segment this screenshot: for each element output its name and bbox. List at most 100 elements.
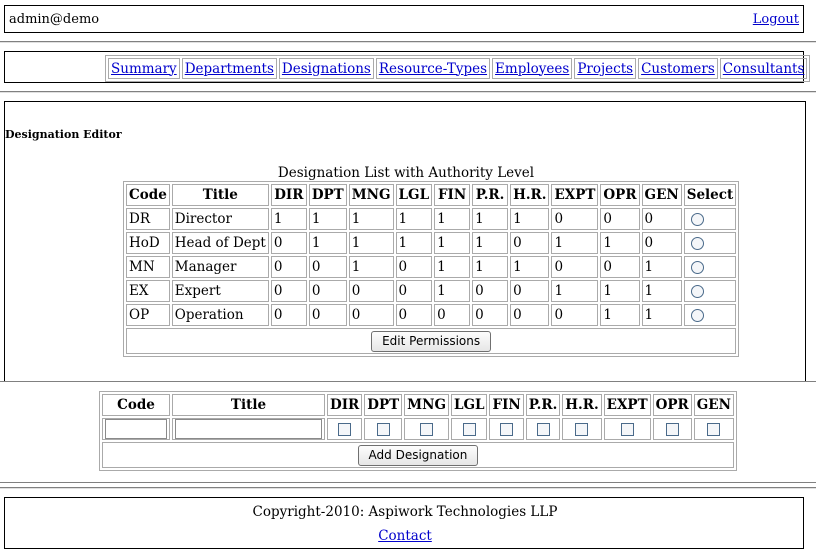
nav-customers[interactable]: Customers xyxy=(641,61,715,77)
dpt-checkbox[interactable] xyxy=(376,423,390,436)
authority-cell: 0 xyxy=(472,304,509,326)
col-header: EXPT xyxy=(603,394,651,416)
gen-checkbox[interactable] xyxy=(707,423,721,436)
code-input[interactable] xyxy=(105,419,167,439)
dir-checkbox[interactable] xyxy=(338,423,352,436)
logout-link[interactable]: Logout xyxy=(753,12,799,27)
select-radio[interactable] xyxy=(690,213,704,226)
mng-checkbox[interactable] xyxy=(420,423,434,436)
authority-cell: 0 xyxy=(510,280,550,302)
pr-checkbox[interactable] xyxy=(536,423,550,436)
code-cell: EX xyxy=(126,280,170,302)
table-row: MN Manager 0 0 1 0 1 1 1 0 0 1 xyxy=(126,256,737,278)
authority-cell: 0 xyxy=(551,208,599,230)
authority-cell: 0 xyxy=(308,256,347,278)
authority-cell: 0 xyxy=(600,208,640,230)
hr-checkbox[interactable] xyxy=(575,423,589,436)
designation-list-table: Code Title DIR DPT MNG LGL FIN P.R. H.R.… xyxy=(123,181,740,357)
authority-cell: 0 xyxy=(641,232,682,254)
code-cell: MN xyxy=(126,256,170,278)
authority-cell: 1 xyxy=(551,280,599,302)
title-cell: Head of Dept xyxy=(171,232,269,254)
title-input[interactable] xyxy=(175,419,322,439)
authority-cell: 1 xyxy=(600,232,640,254)
col-header: P.R. xyxy=(525,394,561,416)
table-row: DR Director 1 1 1 1 1 1 1 0 0 0 xyxy=(126,208,737,230)
copyright-text: Copyright-2010: Aspiwork Technologies LL… xyxy=(252,504,558,520)
table-row: OP Operation 0 0 0 0 0 0 0 0 1 1 xyxy=(126,304,737,326)
authority-cell: 0 xyxy=(395,256,433,278)
authority-cell: 0 xyxy=(270,304,307,326)
col-header: Code xyxy=(126,184,170,206)
authority-cell: 1 xyxy=(434,208,471,230)
authority-cell: 1 xyxy=(395,208,433,230)
authority-cell: 0 xyxy=(395,304,433,326)
editor-title: Designation Editor xyxy=(5,128,122,141)
divider xyxy=(0,487,816,489)
nav-summary[interactable]: Summary xyxy=(111,61,177,77)
header-bar: admin@demo Logout xyxy=(4,5,804,33)
divider xyxy=(0,91,816,93)
divider xyxy=(0,41,816,43)
authority-cell: 0 xyxy=(348,280,394,302)
add-designation-table: Code Title DIR DPT MNG LGL FIN P.R. H.R.… xyxy=(99,391,737,471)
authority-cell: 1 xyxy=(472,256,509,278)
col-header: LGL xyxy=(395,184,433,206)
authority-cell: 0 xyxy=(395,280,433,302)
authority-cell: 1 xyxy=(270,208,307,230)
authority-cell: 1 xyxy=(395,232,433,254)
select-radio[interactable] xyxy=(690,285,704,298)
table-row: EX Expert 0 0 0 0 1 0 0 1 1 1 xyxy=(126,280,737,302)
designation-editor-panel: Designation Editor Designation List with… xyxy=(4,101,806,381)
authority-cell: 0 xyxy=(472,280,509,302)
authority-cell: 0 xyxy=(641,208,682,230)
nav-consultants[interactable]: Consultants xyxy=(723,61,805,77)
footer: Copyright-2010: Aspiwork Technologies LL… xyxy=(4,497,804,549)
authority-cell: 0 xyxy=(510,232,550,254)
list-caption: Designation List with Authority Level xyxy=(277,165,535,181)
edit-permissions-button[interactable]: Edit Permissions xyxy=(371,330,492,352)
nav-resource-types[interactable]: Resource-Types xyxy=(379,61,487,77)
col-header: GEN xyxy=(641,184,682,206)
code-cell: OP xyxy=(126,304,170,326)
authority-cell: 1 xyxy=(641,256,682,278)
title-cell: Operation xyxy=(171,304,269,326)
lgl-checkbox[interactable] xyxy=(462,423,476,436)
authority-cell: 1 xyxy=(510,256,550,278)
authority-cell: 1 xyxy=(434,256,471,278)
col-header: DPT xyxy=(308,184,347,206)
add-designation-button[interactable]: Add Designation xyxy=(357,444,479,466)
authority-cell: 1 xyxy=(510,208,550,230)
nav-menu: Summary Departments Designations Resourc… xyxy=(105,55,811,82)
authority-cell: 1 xyxy=(434,232,471,254)
nav-employees[interactable]: Employees xyxy=(495,61,569,77)
col-header: H.R. xyxy=(562,394,602,416)
select-radio[interactable] xyxy=(690,237,704,250)
authority-cell: 1 xyxy=(308,232,347,254)
opr-checkbox[interactable] xyxy=(665,423,679,436)
title-cell: Expert xyxy=(171,280,269,302)
authority-cell: 1 xyxy=(641,304,682,326)
authority-cell: 1 xyxy=(348,208,394,230)
authority-cell: 1 xyxy=(434,280,471,302)
fin-checkbox[interactable] xyxy=(500,423,514,436)
select-radio[interactable] xyxy=(690,309,704,322)
add-designation-panel: Code Title DIR DPT MNG LGL FIN P.R. H.R.… xyxy=(0,381,816,483)
col-header: MNG xyxy=(404,394,449,416)
expt-checkbox[interactable] xyxy=(620,423,634,436)
select-radio[interactable] xyxy=(690,261,704,274)
authority-cell: 0 xyxy=(551,304,599,326)
nav-bar: Summary Departments Designations Resourc… xyxy=(4,51,811,83)
authority-cell: 0 xyxy=(600,256,640,278)
authority-cell: 1 xyxy=(348,256,394,278)
authority-cell: 0 xyxy=(308,280,347,302)
nav-designations[interactable]: Designations xyxy=(282,61,371,77)
contact-link[interactable]: Contact xyxy=(378,528,432,544)
nav-projects[interactable]: Projects xyxy=(577,61,633,77)
authority-cell: 1 xyxy=(308,208,347,230)
col-header: Title xyxy=(172,394,325,416)
nav-departments[interactable]: Departments xyxy=(185,61,274,77)
authority-cell: 0 xyxy=(270,256,307,278)
authority-cell: 1 xyxy=(472,208,509,230)
authority-cell: 1 xyxy=(600,304,640,326)
